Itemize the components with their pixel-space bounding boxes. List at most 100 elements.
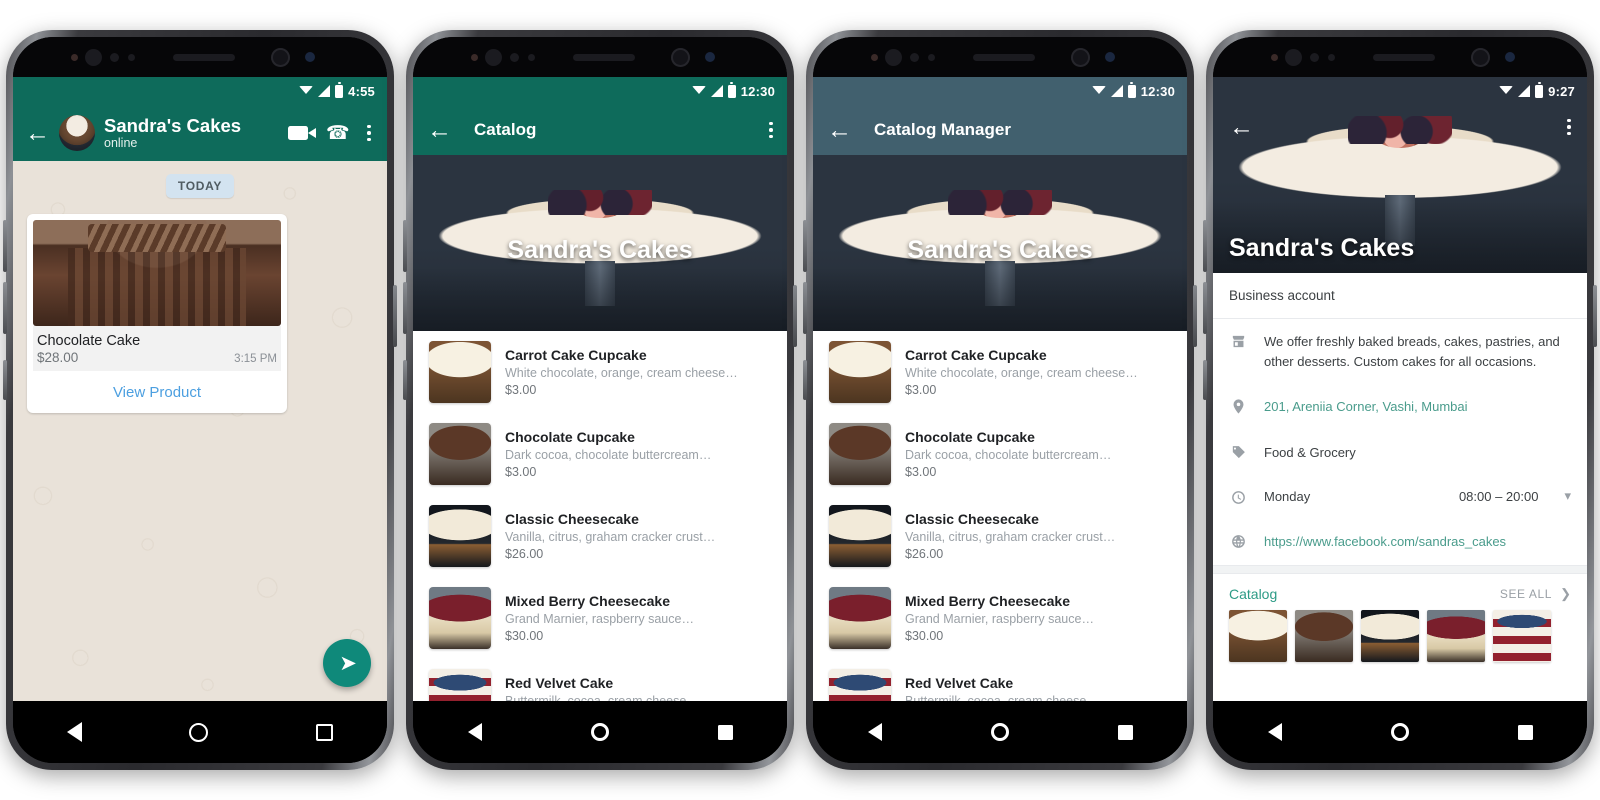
list-item[interactable]: Red Velvet Cake Buttermilk, cocoa, cream… bbox=[413, 659, 787, 701]
business-website[interactable]: https://www.facebook.com/sandras_cakes bbox=[1264, 532, 1571, 552]
battery-icon bbox=[727, 82, 736, 98]
catalog-thumbnail[interactable] bbox=[1295, 609, 1353, 662]
back-arrow-icon[interactable]: ← bbox=[25, 120, 50, 146]
back-arrow-icon[interactable]: ← bbox=[1229, 114, 1254, 140]
catalog-manager-header: ← Catalog Manager bbox=[813, 105, 1187, 155]
light-sensor bbox=[110, 53, 119, 62]
profile-hero-image: 9:27 ← Sandra's Cakes bbox=[1213, 77, 1587, 273]
volume-down-button[interactable] bbox=[1203, 282, 1207, 334]
home-nav-icon[interactable] bbox=[590, 723, 609, 741]
android-nav-bar bbox=[813, 701, 1187, 763]
chevron-right-icon[interactable]: ❯ bbox=[1560, 586, 1571, 602]
product-price: $30.00 bbox=[505, 629, 544, 643]
power-button[interactable] bbox=[393, 285, 397, 347]
home-nav-icon[interactable] bbox=[990, 723, 1009, 741]
proximity-sensor bbox=[885, 49, 902, 66]
catalog-section-header: Catalog SEE ALL ❯ bbox=[1213, 574, 1587, 610]
list-item[interactable]: Classic Cheesecake Vanilla, citrus, grah… bbox=[813, 495, 1187, 577]
product-name: Mixed Berry Cheesecake bbox=[505, 593, 670, 609]
recents-nav-icon[interactable] bbox=[1117, 724, 1133, 740]
list-item[interactable]: Chocolate Cupcake Dark cocoa, chocolate … bbox=[813, 413, 1187, 495]
recents-nav-icon[interactable] bbox=[316, 723, 334, 741]
volume-up-button[interactable] bbox=[1203, 220, 1207, 272]
product-price: $3.00 bbox=[505, 465, 537, 479]
profile-hours-row[interactable]: Monday 08:00 – 20:00 ▾ bbox=[1213, 475, 1587, 519]
proximity-sensor bbox=[1285, 49, 1302, 66]
catalog-label[interactable]: Catalog bbox=[1229, 586, 1500, 602]
chevron-down-icon[interactable]: ▾ bbox=[1564, 488, 1571, 504]
profile-website-row[interactable]: https://www.facebook.com/sandras_cakes bbox=[1213, 519, 1587, 565]
iris-scanner bbox=[1105, 52, 1115, 62]
list-item[interactable]: Classic Cheesecake Vanilla, citrus, grah… bbox=[413, 495, 787, 577]
phone-chat: 4:55 ← Sandra's Cakes online ☎ TODAY Cho… bbox=[3, 30, 397, 770]
list-item[interactable]: Carrot Cake Cupcake White chocolate, ora… bbox=[413, 331, 787, 413]
catalog-header: ← Catalog bbox=[413, 105, 787, 155]
volume-down-button[interactable] bbox=[3, 282, 7, 334]
page-title: Sandra's Cakes bbox=[104, 115, 242, 137]
product-name: Classic Cheesecake bbox=[905, 511, 1039, 527]
android-nav-bar bbox=[13, 701, 387, 763]
video-call-icon[interactable] bbox=[287, 126, 316, 140]
send-button[interactable]: ➤ bbox=[323, 639, 371, 687]
view-product-button[interactable]: View Product bbox=[33, 371, 281, 413]
chat-header-actions: ☎ bbox=[287, 122, 375, 145]
business-hours-day: Monday bbox=[1264, 488, 1311, 504]
volume-up-button[interactable] bbox=[403, 220, 407, 272]
overflow-menu-icon[interactable] bbox=[769, 121, 773, 139]
volume-down-button[interactable] bbox=[403, 282, 407, 334]
assistant-button[interactable] bbox=[1203, 360, 1207, 400]
list-item[interactable]: Red Velvet Cake Buttermilk, cocoa, cream… bbox=[813, 659, 1187, 701]
catalog-thumbnail[interactable] bbox=[1361, 609, 1419, 662]
list-item[interactable]: Mixed Berry Cheesecake Grand Marnier, ra… bbox=[813, 577, 1187, 659]
device-top-bezel bbox=[13, 37, 387, 77]
cake-stand bbox=[985, 260, 1015, 307]
catalog-thumbnail[interactable] bbox=[1493, 609, 1551, 662]
back-nav-icon[interactable] bbox=[467, 723, 482, 741]
assistant-button[interactable] bbox=[803, 360, 807, 400]
product-thumbnail bbox=[429, 669, 491, 701]
business-address[interactable]: 201, Areniia Corner, Vashi, Mumbai bbox=[1264, 397, 1571, 417]
volume-down-button[interactable] bbox=[803, 282, 807, 334]
list-item[interactable]: Carrot Cake Cupcake White chocolate, ora… bbox=[813, 331, 1187, 413]
back-nav-icon[interactable] bbox=[867, 723, 882, 741]
back-arrow-icon[interactable]: ← bbox=[427, 117, 452, 143]
profile-header-actions: ← bbox=[1213, 105, 1587, 149]
power-button[interactable] bbox=[1593, 285, 1597, 347]
chat-screen: 4:55 ← Sandra's Cakes online ☎ TODAY Cho… bbox=[13, 77, 387, 701]
power-button[interactable] bbox=[1193, 285, 1197, 347]
assistant-button[interactable] bbox=[3, 360, 7, 400]
volume-up-button[interactable] bbox=[803, 220, 807, 272]
assistant-button[interactable] bbox=[403, 360, 407, 400]
berry-topping bbox=[947, 190, 1053, 215]
list-item[interactable]: Chocolate Cupcake Dark cocoa, chocolate … bbox=[413, 413, 787, 495]
volume-up-button[interactable] bbox=[3, 220, 7, 272]
catalog-thumbnail[interactable] bbox=[1229, 609, 1287, 662]
phone-catalog-manager: 12:30 ← Catalog Manager Sandra's Cakes C bbox=[803, 30, 1197, 770]
iris-sensor bbox=[1328, 54, 1335, 61]
home-nav-icon[interactable] bbox=[1390, 723, 1409, 741]
product-description: White chocolate, orange, cream cheese… bbox=[505, 366, 738, 380]
product-name: Chocolate Cake bbox=[37, 333, 141, 349]
avatar[interactable] bbox=[59, 115, 95, 151]
list-item[interactable]: Mixed Berry Cheesecake Grand Marnier, ra… bbox=[413, 577, 787, 659]
business-description: We offer freshly baked breads, cakes, pa… bbox=[1264, 334, 1560, 369]
back-arrow-icon[interactable]: ← bbox=[827, 117, 852, 143]
recents-nav-icon[interactable] bbox=[1517, 724, 1533, 740]
profile-address-row[interactable]: 201, Areniia Corner, Vashi, Mumbai bbox=[1213, 384, 1587, 430]
overflow-menu-icon[interactable] bbox=[1567, 118, 1571, 136]
see-all-button[interactable]: SEE ALL bbox=[1500, 587, 1552, 601]
storefront-icon bbox=[1229, 332, 1248, 350]
back-nav-icon[interactable] bbox=[1267, 723, 1282, 741]
product-message-card[interactable]: Chocolate Cake $28.00 3:15 PM View Produ… bbox=[27, 214, 287, 413]
phone-mockup-row: 4:55 ← Sandra's Cakes online ☎ TODAY Cho… bbox=[0, 0, 1600, 800]
chat-contact-info[interactable]: Sandra's Cakes online bbox=[104, 115, 279, 151]
wifi-icon bbox=[299, 85, 314, 97]
home-nav-icon[interactable] bbox=[189, 722, 209, 742]
recents-nav-icon[interactable] bbox=[717, 724, 733, 740]
back-nav-icon[interactable] bbox=[66, 722, 82, 742]
voice-call-icon[interactable]: ☎ bbox=[326, 122, 350, 145]
overflow-menu-icon[interactable] bbox=[367, 124, 371, 142]
catalog-thumbnail[interactable] bbox=[1427, 609, 1485, 662]
message-timestamp: 3:15 PM bbox=[234, 353, 277, 365]
power-button[interactable] bbox=[793, 285, 797, 347]
